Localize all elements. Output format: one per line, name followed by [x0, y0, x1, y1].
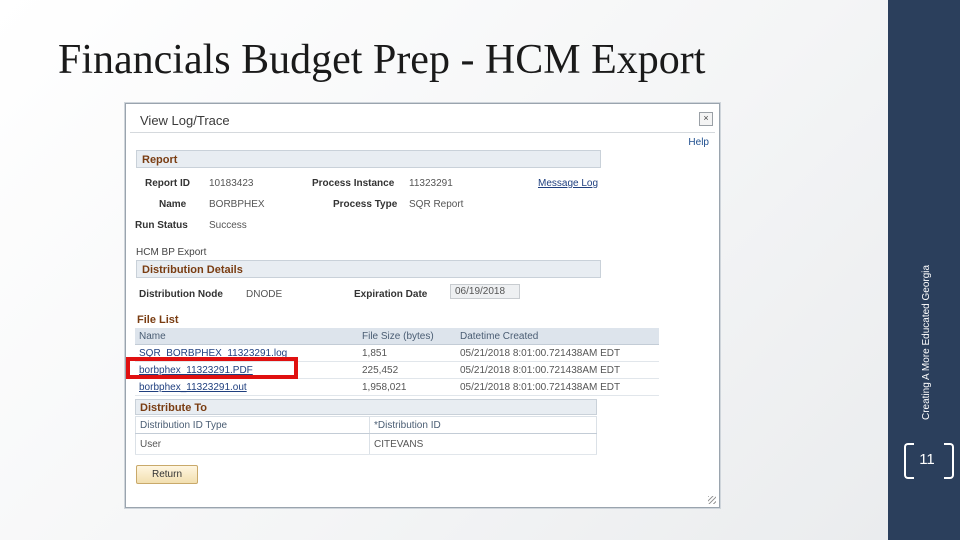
name-value: BORBPHEX: [209, 199, 265, 210]
resize-grip-icon[interactable]: [708, 496, 716, 504]
side-bar-text: Creating A More Educated Georgia: [921, 264, 932, 420]
distribution-section-header: Distribution Details: [136, 260, 601, 278]
help-link[interactable]: Help: [688, 137, 709, 148]
return-button[interactable]: Return: [136, 465, 198, 484]
file-name-link[interactable]: borbphex_11323291.out: [135, 378, 358, 396]
close-icon[interactable]: ×: [699, 112, 713, 126]
file-datetime: 05/21/2018 8:01:00.721438AM EDT: [456, 378, 659, 396]
expiration-date-field: 06/19/2018: [450, 284, 520, 299]
report-section-header: Report: [136, 150, 601, 168]
process-instance-value: 11323291: [409, 178, 453, 189]
report-id-label: Report ID: [145, 178, 190, 189]
page-number-box: 11: [896, 431, 958, 487]
report-id-value: 10183423: [209, 178, 254, 189]
run-status-value: Success: [209, 220, 247, 231]
bracket-right-icon: [944, 443, 954, 479]
distribute-to-header-row: Distribution ID Type *Distribution ID: [135, 416, 597, 434]
column-header-file-size: File Size (bytes): [358, 328, 456, 345]
process-instance-label: Process Instance: [312, 178, 395, 189]
file-list-header-row: Name File Size (bytes) Datetime Created: [135, 328, 659, 345]
process-type-label: Process Type: [333, 199, 398, 210]
distribution-id-type: User: [135, 433, 370, 455]
name-label: Name: [159, 199, 187, 210]
distribute-to-table: Distribution ID Type *Distribution ID Us…: [135, 416, 597, 455]
file-datetime: 05/21/2018 8:01:00.721438AM EDT: [456, 344, 659, 362]
view-log-trace-screenshot: View Log/Trace × Help Report Report ID 1…: [125, 103, 720, 508]
file-row: borbphex_11323291.out 1,958,021 05/21/20…: [135, 378, 659, 396]
expiration-date-label: Expiration Date: [354, 289, 428, 300]
distribution-section-label: Distribution Details: [142, 264, 243, 276]
report-description: HCM BP Export: [136, 247, 207, 258]
file-size: 1,851: [358, 344, 456, 362]
column-header-name: Name: [135, 328, 358, 345]
file-size: 1,958,021: [358, 378, 456, 396]
file-size: 225,452: [358, 361, 456, 379]
distribute-to-section-label: Distribute To: [140, 402, 208, 414]
message-log-link[interactable]: Message Log: [538, 178, 598, 189]
column-header-distribution-id: *Distribution ID: [369, 416, 597, 434]
title-divider: [130, 132, 715, 133]
distribution-id: CITEVANS: [369, 433, 597, 455]
process-type-value: SQR Report: [409, 199, 464, 210]
file-list-label: File List: [137, 314, 179, 326]
file-datetime: 05/21/2018 8:01:00.721438AM EDT: [456, 361, 659, 379]
column-header-datetime-created: Datetime Created: [456, 328, 659, 345]
slide-title: Financials Budget Prep - HCM Export: [58, 37, 706, 83]
distribution-node-value: DNODE: [246, 289, 283, 300]
dialog-title: View Log/Trace: [140, 113, 230, 128]
column-header-distribution-id-type: Distribution ID Type: [135, 416, 370, 434]
run-status-label: Run Status: [135, 220, 188, 231]
distribution-node-label: Distribution Node: [139, 289, 223, 300]
report-section-label: Report: [142, 154, 178, 166]
distribute-to-section-header: Distribute To: [135, 399, 597, 415]
distribute-to-row: User CITEVANS: [135, 433, 597, 455]
pdf-file-highlight-box: [126, 357, 298, 379]
